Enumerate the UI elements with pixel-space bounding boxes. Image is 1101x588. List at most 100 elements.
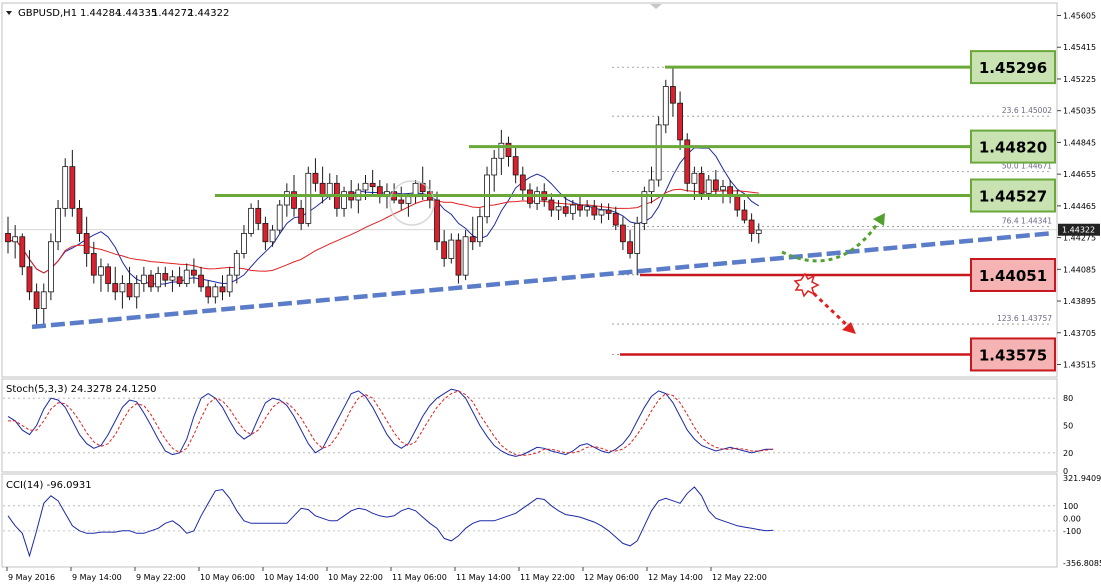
stochastic-panel[interactable]: 8050200 Stoch(5,3,3) 24.3278 24.1250 <box>1 378 1073 476</box>
bear-candle[interactable] <box>455 239 462 276</box>
bull-candle[interactable] <box>48 241 54 293</box>
bear-candle[interactable] <box>612 212 619 226</box>
bull-candle[interactable] <box>569 204 576 214</box>
fib-level-label: 23.6 1.45002 <box>1002 106 1052 115</box>
cci-tick-label: 100 <box>1063 502 1078 511</box>
cci-tick-label: 321.9409 <box>1063 474 1101 483</box>
bear-candle[interactable] <box>712 179 719 191</box>
bull-candle[interactable] <box>491 157 498 176</box>
bear-candle[interactable] <box>519 174 526 191</box>
bear-candle[interactable] <box>620 224 626 243</box>
bull-candle[interactable] <box>555 206 562 211</box>
bear-candle[interactable] <box>605 209 612 214</box>
bear-candle[interactable] <box>677 102 683 141</box>
bear-candle[interactable] <box>262 222 269 243</box>
bear-candle[interactable] <box>734 196 741 211</box>
time-tick-label: 11 May 06:00 <box>392 573 447 582</box>
bear-candle[interactable] <box>148 274 154 288</box>
bull-candle[interactable] <box>648 179 655 193</box>
bull-candle[interactable] <box>12 236 19 243</box>
support-level-label: 1.44051 <box>979 267 1047 285</box>
bull-candle[interactable] <box>720 186 726 191</box>
bull-candle[interactable] <box>662 86 669 126</box>
bull-candle[interactable] <box>269 229 276 243</box>
bear-candle[interactable] <box>190 269 197 276</box>
bull-candle[interactable] <box>226 274 233 293</box>
bull-candle[interactable] <box>691 172 698 184</box>
cci-panel[interactable]: 321.9409 100 0.00 -100 -356.8085 CCI(14) -96… <box>1 473 1101 568</box>
bear-candle[interactable] <box>219 286 226 293</box>
bear-candle[interactable] <box>577 204 583 211</box>
bull-candle[interactable] <box>705 179 712 194</box>
bear-candle[interactable] <box>33 291 40 309</box>
price-tick-label: 1.45035 <box>1063 107 1096 116</box>
bull-candle[interactable] <box>133 283 140 298</box>
bull-candle[interactable] <box>119 283 126 293</box>
bull-candle[interactable] <box>233 253 240 276</box>
bull-candle[interactable] <box>241 233 247 254</box>
bull-candle[interactable] <box>655 124 662 181</box>
bear-candle[interactable] <box>434 199 440 243</box>
price-tick-label: 1.43515 <box>1063 360 1096 369</box>
bear-candle[interactable] <box>162 273 169 281</box>
trading-chart: 1.45605 1.45415 1.45225 1.45035 1.44845 1.446… <box>1 2 1101 582</box>
bear-candle[interactable] <box>512 156 519 176</box>
bull-candle[interactable] <box>598 209 605 216</box>
bear-candle[interactable] <box>90 253 97 276</box>
bear-candle[interactable] <box>312 172 319 184</box>
bull-candle[interactable] <box>584 206 591 211</box>
bear-candle[interactable] <box>398 199 405 204</box>
bear-candle[interactable] <box>205 286 212 298</box>
bear-candle[interactable] <box>548 199 555 211</box>
bear-candle[interactable] <box>469 236 476 243</box>
bull-candle[interactable] <box>283 191 290 206</box>
bear-candle[interactable] <box>627 241 633 254</box>
bull-candle[interactable] <box>276 204 283 231</box>
bear-candle[interactable] <box>741 209 748 221</box>
bear-candle[interactable] <box>126 283 133 298</box>
bull-candle[interactable] <box>534 191 540 204</box>
bull-candle[interactable] <box>40 291 47 309</box>
bull-candle[interactable] <box>62 166 69 209</box>
bear-candle[interactable] <box>26 266 33 293</box>
bear-candle[interactable] <box>698 172 705 194</box>
bull-candle[interactable] <box>634 222 641 254</box>
bull-candle[interactable] <box>248 207 255 234</box>
bear-candle[interactable] <box>19 236 26 268</box>
bear-candle[interactable] <box>562 206 569 214</box>
bull-candle[interactable] <box>140 274 147 284</box>
bear-candle[interactable] <box>670 86 676 104</box>
bull-candle[interactable] <box>362 182 369 191</box>
bear-candle[interactable] <box>5 233 11 243</box>
bear-candle[interactable] <box>76 207 83 234</box>
bear-candle[interactable] <box>748 219 755 234</box>
bear-candle[interactable] <box>176 276 183 284</box>
bear-candle[interactable] <box>255 207 262 224</box>
bear-candle[interactable] <box>298 207 305 224</box>
bear-candle[interactable] <box>441 241 448 259</box>
bull-candle[interactable] <box>212 286 219 298</box>
bear-candle[interactable] <box>591 206 598 216</box>
time-tick-label: 10 May 06:00 <box>200 573 255 582</box>
bull-candle[interactable] <box>98 266 104 276</box>
bear-candle[interactable] <box>105 266 111 284</box>
bull-candle[interactable] <box>405 196 412 204</box>
bull-candle[interactable] <box>183 269 190 284</box>
bear-candle[interactable] <box>198 274 204 288</box>
bull-candle[interactable] <box>155 273 162 288</box>
bear-candle[interactable] <box>83 233 90 254</box>
bull-candle[interactable] <box>476 216 483 243</box>
bull-candle[interactable] <box>55 207 61 243</box>
bull-candle[interactable] <box>169 276 176 281</box>
time-tick-label: 10 May 14:00 <box>264 573 319 582</box>
time-tick-label: 11 May 22:00 <box>520 573 575 582</box>
bull-candle[interactable] <box>755 229 762 234</box>
bull-candle[interactable] <box>305 172 312 224</box>
bull-candle[interactable] <box>448 239 455 259</box>
main-price-panel[interactable]: 1.45605 1.45415 1.45225 1.45035 1.44845 1.446… <box>1 2 1100 378</box>
bear-candle[interactable] <box>112 283 119 293</box>
cci-tick-label: 0.00 <box>1063 514 1081 523</box>
bear-candle[interactable] <box>369 182 376 188</box>
bear-candle[interactable] <box>69 166 76 209</box>
bull-candle[interactable] <box>462 236 469 276</box>
